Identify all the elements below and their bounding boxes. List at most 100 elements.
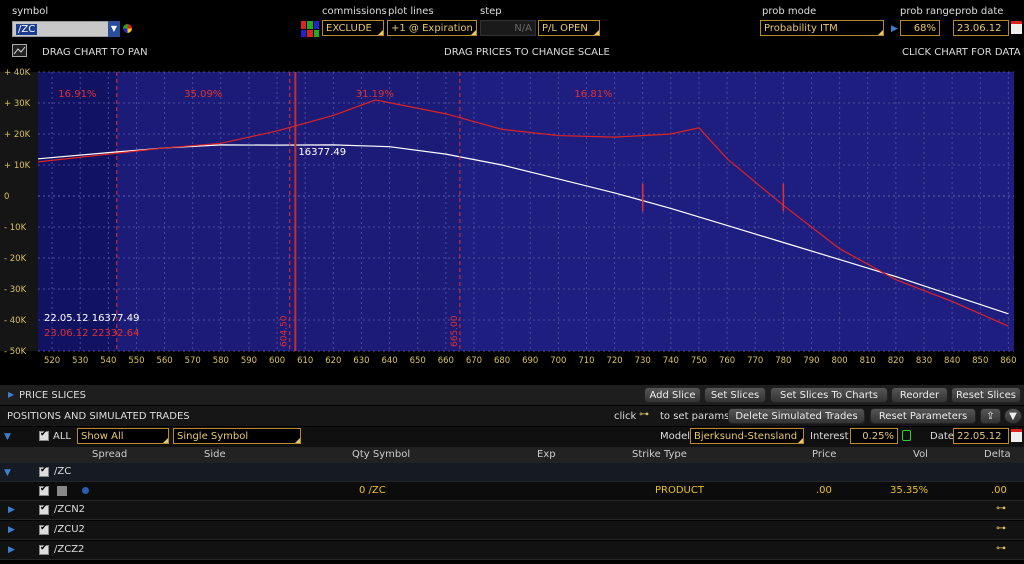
position-price[interactable]: .00 bbox=[816, 482, 832, 500]
x-tick-label: 860 bbox=[1000, 356, 1016, 366]
key-icon[interactable]: ⊶ bbox=[996, 523, 1006, 534]
key-icon[interactable]: ⊶ bbox=[996, 503, 1006, 514]
sub-row-zcz2[interactable]: ▶ /ZCZ2 ⊶ bbox=[0, 541, 1024, 560]
y-tick-label: - 30K bbox=[4, 285, 27, 295]
x-tick-label: 810 bbox=[860, 356, 876, 366]
sub-row-label: /ZCN2 bbox=[54, 504, 86, 515]
x-tick-label: 520 bbox=[44, 356, 60, 366]
key-icon[interactable]: ⊶ bbox=[996, 543, 1006, 554]
date-calendar-icon[interactable] bbox=[1011, 429, 1022, 442]
model-select[interactable]: Bjerksund-Stensland bbox=[690, 428, 804, 444]
sub-row-zcn2[interactable]: ▶ /ZCN2 ⊶ bbox=[0, 501, 1024, 520]
single-symbol-select[interactable]: Single Symbol bbox=[173, 428, 301, 444]
group-row-zc[interactable]: ▼ /ZC bbox=[0, 463, 1024, 482]
zone-label: 16.91% bbox=[58, 89, 96, 100]
commissions-select[interactable]: EXCLUDE bbox=[322, 20, 384, 36]
add-slice-button[interactable]: Add Slice bbox=[644, 387, 701, 403]
prob-mode-select[interactable]: Probability ITM bbox=[760, 20, 884, 36]
col-strike-type[interactable]: Strike Type bbox=[632, 447, 687, 463]
x-tick-label: 600 bbox=[269, 356, 285, 366]
x-tick-label: 660 bbox=[438, 356, 454, 366]
prob-range-input[interactable]: 68% bbox=[900, 20, 940, 36]
collapse-icon[interactable]: ▼ bbox=[1004, 408, 1022, 424]
pl-chart[interactable]: 16.91% 35.09% 31.19% 16.81% + 40K + 30K + 20K… bbox=[0, 62, 1024, 380]
symbol-link-icon[interactable] bbox=[123, 24, 132, 33]
sub-row-zcu2[interactable]: ▶ /ZCU2 ⊶ bbox=[0, 521, 1024, 540]
position-row[interactable]: 0 /ZC PRODUCT .00 35.35% .00 bbox=[0, 482, 1024, 501]
sub-row-checkbox[interactable] bbox=[39, 523, 49, 535]
show-all-select[interactable]: Show All bbox=[77, 428, 169, 444]
x-tick-label: 610 bbox=[297, 356, 313, 366]
group-collapse-icon[interactable]: ▼ bbox=[4, 468, 11, 478]
calendar-icon[interactable] bbox=[1011, 21, 1022, 34]
drag-pan-hint: DRAG CHART TO PAN bbox=[42, 47, 148, 58]
expand-icon[interactable]: ▶ bbox=[8, 525, 15, 535]
date-input[interactable]: 22.05.12 bbox=[953, 428, 1009, 444]
x-tick-label: 710 bbox=[578, 356, 594, 366]
y-tick-label: - 40K bbox=[4, 316, 27, 326]
all-checkbox[interactable] bbox=[39, 429, 49, 441]
plot-lines-label: plot lines bbox=[388, 6, 434, 17]
prob-mode-label: prob mode bbox=[762, 6, 817, 17]
sub-row-checkbox[interactable] bbox=[39, 543, 49, 555]
zone-label: 31.19% bbox=[356, 89, 394, 100]
position-vol[interactable]: 35.35% bbox=[890, 482, 928, 500]
position-dot-icon bbox=[82, 487, 89, 494]
x-tick-label: 750 bbox=[691, 356, 707, 366]
col-price[interactable]: Price bbox=[812, 447, 836, 463]
x-tick-label: 840 bbox=[944, 356, 960, 366]
expand-arrow-icon[interactable]: ▶ bbox=[891, 24, 898, 34]
x-tick-label: 760 bbox=[719, 356, 735, 366]
all-collapse-icon[interactable]: ▼ bbox=[4, 432, 11, 442]
sub-row-checkbox[interactable] bbox=[39, 503, 49, 515]
set-slices-to-charts-button[interactable]: Set Slices To Charts bbox=[770, 387, 888, 403]
group-zc-checkbox[interactable] bbox=[39, 465, 49, 477]
lock-icon[interactable] bbox=[902, 430, 911, 441]
col-delta[interactable]: Delta bbox=[984, 447, 1011, 463]
x-tick-label: 770 bbox=[747, 356, 763, 366]
y-tick-label: - 20K bbox=[4, 254, 27, 264]
price-slices-expand-icon[interactable]: ▶ bbox=[8, 390, 14, 399]
col-vol[interactable]: Vol bbox=[913, 447, 928, 463]
col-qty-symbol[interactable]: Qty Symbol bbox=[352, 447, 410, 463]
step-input: N/A bbox=[480, 20, 536, 36]
expand-icon[interactable]: ▶ bbox=[8, 505, 15, 515]
plot-lines-select[interactable]: +1 @ Expiration bbox=[387, 20, 477, 36]
symbol-dropdown-icon[interactable]: ▼ bbox=[108, 21, 120, 37]
position-type: PRODUCT bbox=[655, 485, 704, 496]
x-tick-label: 820 bbox=[888, 356, 904, 366]
delete-simulated-trades-button[interactable]: Delete Simulated Trades bbox=[728, 408, 865, 424]
symbol-input[interactable]: /ZC bbox=[12, 21, 120, 37]
col-exp[interactable]: Exp bbox=[537, 447, 556, 463]
reset-parameters-button[interactable]: Reset Parameters bbox=[870, 408, 976, 424]
all-label: ALL bbox=[53, 431, 71, 442]
x-tick-label: 800 bbox=[831, 356, 847, 366]
chart-readout: 22.05.12 16377.49 23.06.12 22332.64 bbox=[44, 311, 139, 341]
reorder-button[interactable]: Reorder bbox=[891, 387, 948, 403]
drag-prices-hint: DRAG PRICES TO CHANGE SCALE bbox=[444, 47, 610, 58]
pl-open-select[interactable]: P/L OPEN bbox=[538, 20, 600, 36]
x-tick-label: 740 bbox=[663, 356, 679, 366]
x-tick-label: 590 bbox=[241, 356, 257, 366]
x-tick-label: 560 bbox=[156, 356, 172, 366]
group-zc-label: /ZC bbox=[54, 466, 72, 477]
y-tick-label: - 50K bbox=[4, 347, 27, 357]
reset-slices-button[interactable]: Reset Slices bbox=[951, 387, 1021, 403]
col-side[interactable]: Side bbox=[204, 447, 226, 463]
x-tick-label: 850 bbox=[972, 356, 988, 366]
col-spread[interactable]: Spread bbox=[92, 447, 127, 463]
y-tick-label: + 40K bbox=[4, 68, 31, 78]
sub-row-label: /ZCZ2 bbox=[54, 544, 85, 555]
prob-date-input[interactable]: 23.06.12 bbox=[953, 20, 1009, 36]
set-slices-button[interactable]: Set Slices bbox=[704, 387, 766, 403]
x-tick-label: 640 bbox=[381, 356, 397, 366]
position-checkbox[interactable] bbox=[39, 484, 49, 496]
export-icon[interactable]: ⇪ bbox=[980, 408, 1001, 424]
interest-input[interactable]: 0.25% bbox=[850, 428, 898, 444]
chart-icon[interactable] bbox=[12, 44, 27, 57]
x-tick-label: 790 bbox=[803, 356, 819, 366]
y-axis-panel bbox=[0, 72, 38, 351]
grid-icon[interactable] bbox=[301, 21, 319, 37]
expand-icon[interactable]: ▶ bbox=[8, 545, 15, 555]
x-tick-label: 550 bbox=[128, 356, 144, 366]
